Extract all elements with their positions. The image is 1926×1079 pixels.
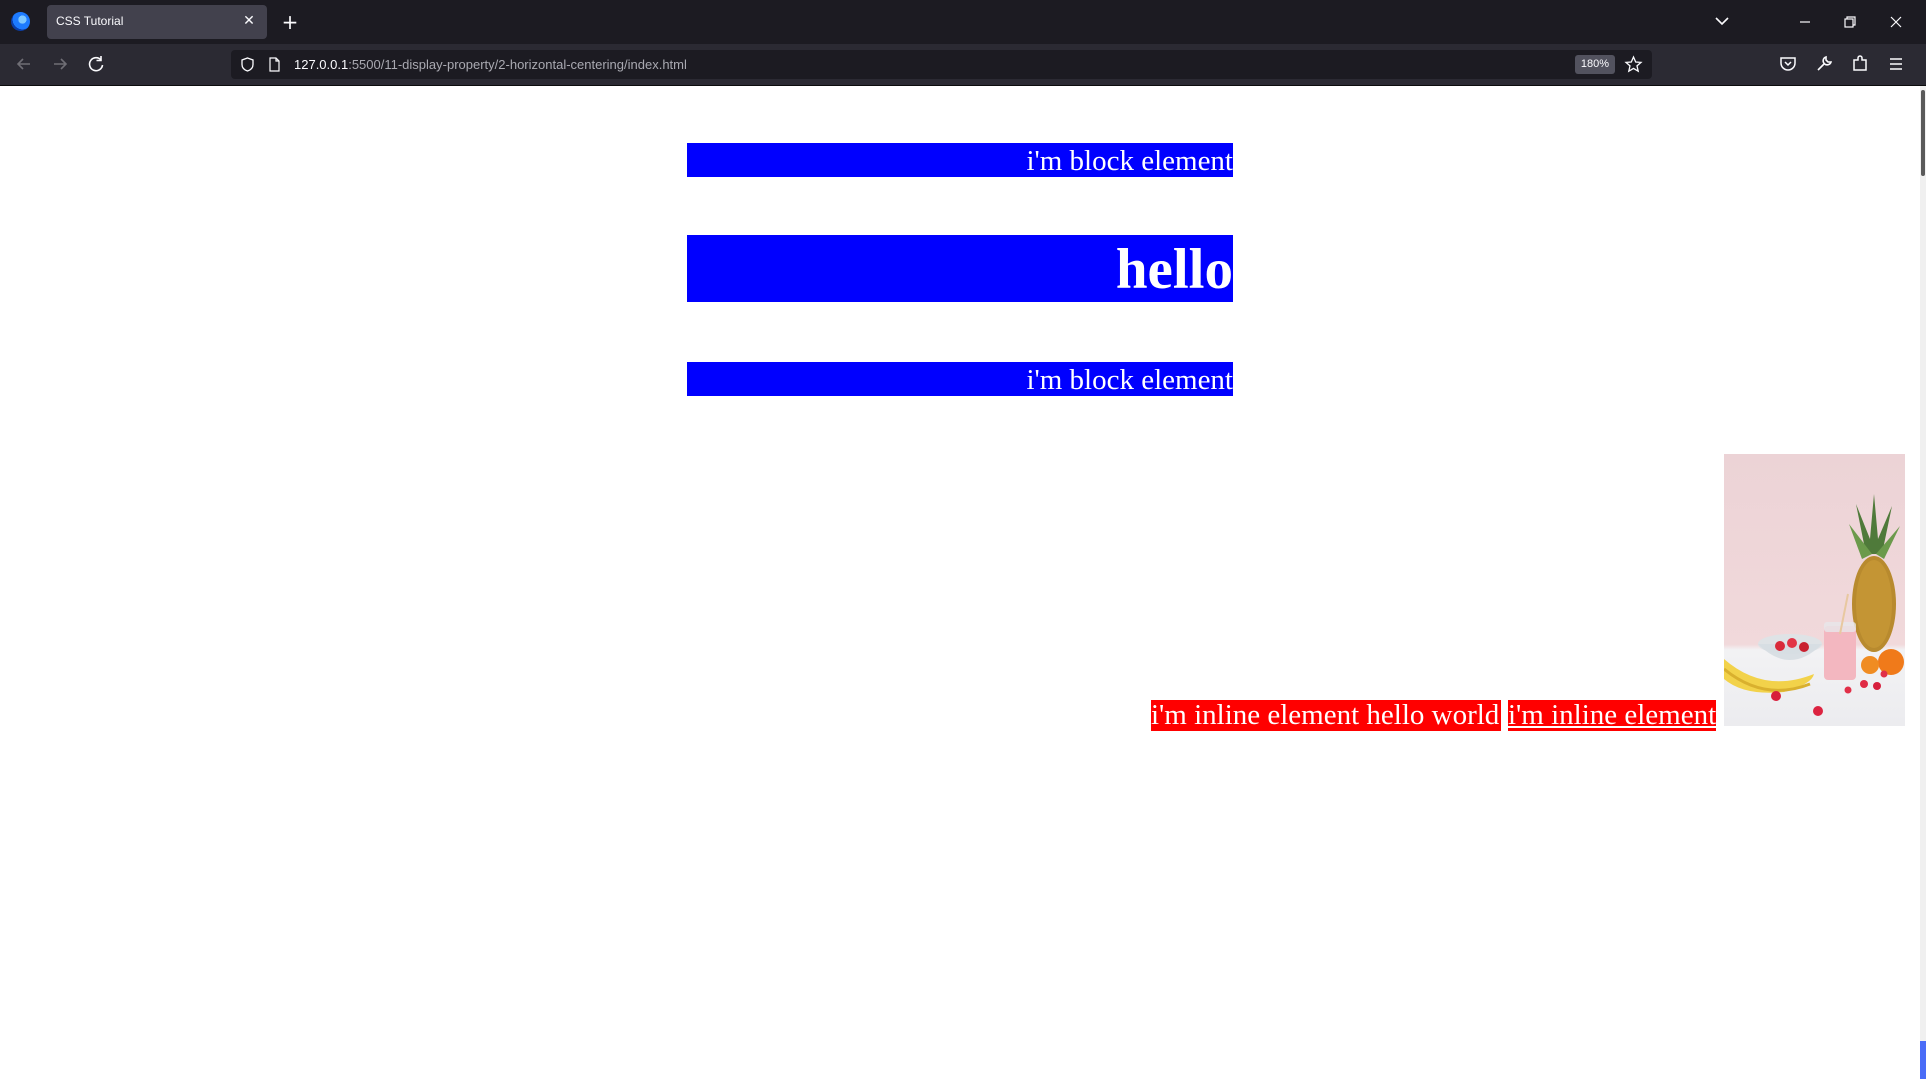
wrench-icon xyxy=(1817,55,1833,71)
fruit-smoothie-image xyxy=(1724,454,1905,726)
tools-button[interactable] xyxy=(1812,52,1836,76)
star-bookmark-icon[interactable] xyxy=(1624,55,1643,74)
url-host: 127.0.0.1 xyxy=(294,57,349,72)
reload-button[interactable] xyxy=(84,52,108,76)
scrollbar-thumb[interactable] xyxy=(1921,90,1925,176)
page-content: i'm block element hello i'm block elemen… xyxy=(0,86,1920,1079)
back-button[interactable] xyxy=(12,52,36,76)
chevron-down-icon xyxy=(1715,17,1729,26)
tab-title: CSS Tutorial xyxy=(56,14,124,28)
tab-css-tutorial[interactable]: CSS Tutorial ✕ xyxy=(47,5,267,39)
url-text[interactable]: 127.0.0.1:5500/11-display-property/2-hor… xyxy=(294,57,687,72)
arrow-left-icon xyxy=(16,58,30,70)
restore-button[interactable] xyxy=(1836,8,1864,36)
close-tab-icon[interactable]: ✕ xyxy=(239,11,259,31)
minimize-icon xyxy=(1800,21,1810,23)
navigation-toolbar: 127.0.0.1:5500/11-display-property/2-hor… xyxy=(0,44,1926,86)
reload-icon xyxy=(88,56,104,72)
close-window-button[interactable] xyxy=(1882,8,1910,36)
close-icon xyxy=(1890,16,1902,28)
block-element-1: i'm block element xyxy=(687,143,1233,177)
puzzle-icon xyxy=(1853,55,1867,71)
page-scrollbar[interactable] xyxy=(1920,86,1926,1079)
pocket-icon xyxy=(1780,57,1796,71)
pocket-button[interactable] xyxy=(1776,52,1800,76)
address-bar[interactable]: 127.0.0.1:5500/11-display-property/2-hor… xyxy=(231,50,1652,79)
minimize-button[interactable] xyxy=(1791,8,1819,36)
restore-icon xyxy=(1844,16,1856,28)
menu-button[interactable] xyxy=(1884,52,1908,76)
url-path: :5500/11-display-property/2-horizontal-c… xyxy=(348,57,687,72)
block-element-2: i'm block element xyxy=(687,362,1233,396)
page-icon[interactable] xyxy=(267,56,282,73)
forward-button[interactable] xyxy=(48,52,72,76)
browser-window: CSS Tutorial ✕ + 127.0.0.1:5500/11-displ… xyxy=(0,0,1926,1079)
arrow-right-icon xyxy=(54,58,68,70)
shield-icon[interactable] xyxy=(239,56,256,73)
firefox-icon[interactable] xyxy=(11,12,30,31)
inline-element-1: i'm inline element hello world xyxy=(1151,699,1501,731)
hamburger-menu-icon xyxy=(1890,58,1902,70)
extensions-button[interactable] xyxy=(1848,52,1872,76)
tab-strip: CSS Tutorial ✕ + xyxy=(0,0,1926,44)
inline-element-link[interactable]: i'm inline element xyxy=(1508,700,1716,731)
hello-heading: hello xyxy=(687,235,1233,302)
scrollbar-edge xyxy=(1920,1041,1926,1079)
zoom-level-badge[interactable]: 180% xyxy=(1574,55,1615,74)
new-tab-button[interactable]: + xyxy=(280,10,300,34)
list-all-tabs-button[interactable] xyxy=(1711,10,1733,32)
